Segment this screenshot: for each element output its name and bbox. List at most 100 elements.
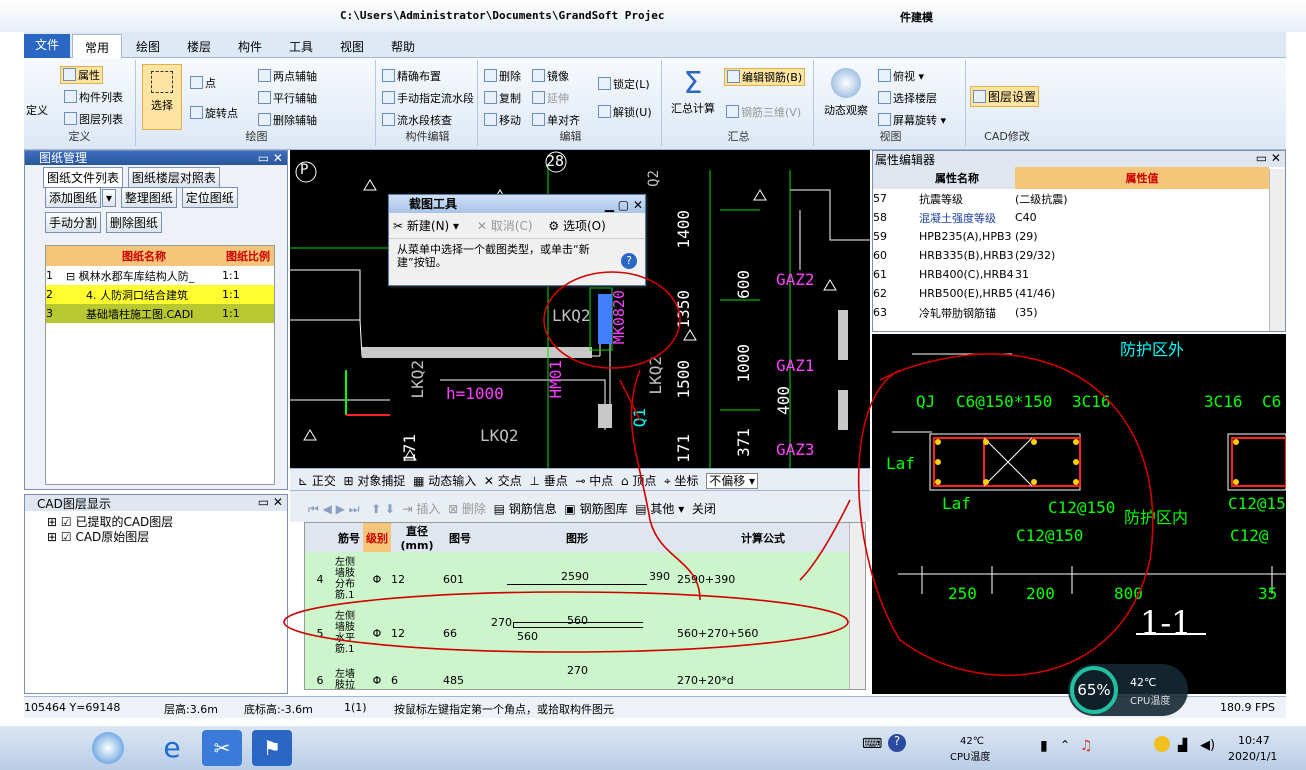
ortho-toggle[interactable]: ⊾ 正交	[298, 474, 336, 488]
tray-signal-icon[interactable]: ▟	[1178, 738, 1187, 752]
extracted-layers-item[interactable]: ⊞ ☑ 已提取的CAD图层	[47, 515, 287, 530]
property-row[interactable]: 57 抗震等级 (二级抗震)	[873, 189, 1269, 208]
perpendicular-snap[interactable]: ⊥ 垂点	[529, 474, 567, 488]
tray-battery-icon[interactable]: ▮	[1040, 738, 1048, 754]
nav-arrows[interactable]: ⏮ ◀ ▶ ⏭	[308, 502, 360, 516]
cad-layer-panel: CAD图层显示 ▭ ✕ ⊞ ☑ 已提取的CAD图层 ⊞ ☑ CAD原始图层	[24, 494, 288, 694]
property-row[interactable]: 61 HRB400(C),HRB4 31	[873, 265, 1269, 284]
ie-icon[interactable]: e	[156, 732, 188, 764]
tray-help-icon[interactable]: ?	[888, 734, 906, 752]
delete-axis-button[interactable]: 删除辅轴	[258, 112, 317, 128]
coordinate-toggle[interactable]: ⌖ 坐标	[664, 474, 699, 488]
tab-drawing-files[interactable]: 图纸文件列表	[43, 167, 124, 188]
property-row[interactable]: 59 HPB235(A),HPB3 (29)	[873, 227, 1269, 246]
new-snip-button[interactable]: ✂ 新建(N) ▾	[393, 219, 459, 233]
two-point-axis-button[interactable]: 两点辅轴	[258, 68, 317, 84]
window-controls[interactable]: ▁ ▢ ✕	[605, 196, 643, 214]
rotate-point-button[interactable]: 旋转点	[190, 105, 238, 121]
other-menu[interactable]: ▤ 其他 ▾	[635, 502, 684, 516]
sum-button[interactable]: Σ 汇总计算	[668, 68, 718, 116]
cancel-snip-button[interactable]: ✕ 取消(C)	[477, 219, 533, 233]
close-button[interactable]: 关闭	[692, 502, 716, 516]
tab-floor[interactable]: 楼层	[187, 38, 211, 55]
dynamic-input-toggle[interactable]: ▦ 动态输入	[413, 474, 476, 488]
table-scrollbar[interactable]	[849, 523, 865, 689]
top-view-button[interactable]: 俯视 ▾	[878, 68, 924, 84]
manual-split-button[interactable]: 手动分割	[45, 212, 102, 233]
move-button[interactable]: 移动	[484, 112, 521, 128]
tray-bell-icon[interactable]: ♫	[1080, 738, 1093, 754]
property-row[interactable]: 62 HRB500(E),HRB5 (41/46)	[873, 284, 1269, 303]
edit-rebar-button[interactable]: 编辑钢筋(B)	[724, 68, 806, 86]
select-button[interactable]: 选择	[142, 64, 182, 130]
options-button[interactable]: ⚙ 选项(O)	[548, 219, 605, 233]
rebar-info-button[interactable]: ▤ 钢筋信息	[494, 502, 557, 516]
tab-common[interactable]: 常用	[72, 34, 123, 60]
tab-floor-map[interactable]: 图纸楼层对照表	[127, 167, 220, 188]
vertex-snap[interactable]: ⌂ 顶点	[621, 474, 656, 488]
parallel-axis-button[interactable]: 平行辅轴	[258, 90, 317, 106]
tab-tools[interactable]: 工具	[289, 38, 313, 55]
delete-drawing-button[interactable]: 删除图纸	[105, 212, 162, 233]
point-button[interactable]: 点	[190, 75, 216, 91]
file-tab[interactable]: 文件	[24, 34, 70, 58]
copy-button[interactable]: 复制	[484, 90, 521, 106]
layer-settings-button[interactable]: 图层设置	[970, 86, 1040, 107]
tab-help[interactable]: 帮助	[391, 38, 415, 55]
tray-arrow-icon[interactable]: ⌃	[1060, 738, 1070, 752]
property-scrollbar[interactable]	[1269, 169, 1285, 331]
tab-view[interactable]: 视图	[340, 38, 364, 55]
tray-keyboard-icon[interactable]: ⌨	[862, 736, 882, 752]
align-button[interactable]: 单对齐	[532, 112, 580, 128]
tray-volume-icon[interactable]: ◀)	[1200, 738, 1215, 753]
offset-select[interactable]: 不偏移 ▾	[706, 473, 759, 489]
drawing-row[interactable]: 3 基础墙柱施工图.CADI 1:1	[46, 304, 274, 323]
add-drawing-dropdown[interactable]: ▾	[102, 189, 117, 207]
property-row[interactable]: 60 HRB335(B),HRB3 (29/32)	[873, 246, 1269, 265]
delete-row-button[interactable]: ⊠ 删除	[448, 502, 486, 516]
object-snap-toggle[interactable]: ⊞ 对象捕捉	[344, 474, 406, 488]
intersection-snap[interactable]: ✕ 交点	[484, 474, 522, 488]
lock-button[interactable]: 锁定(L)	[598, 76, 650, 92]
locate-drawing-button[interactable]: 定位图纸	[181, 187, 238, 208]
property-row[interactable]: 63 冷轧带肋钢筋锚 (35)	[873, 303, 1269, 322]
manual-flow-button[interactable]: 手动指定流水段	[382, 90, 474, 106]
col-grade: 级别	[363, 523, 391, 552]
add-drawing-button[interactable]: 添加图纸	[45, 187, 102, 208]
section-detail-canvas[interactable]: 防护区外 QJ C6@150*150 3C16 3C16 C6 Laf Laf …	[872, 334, 1286, 694]
select-floor-button[interactable]: 选择楼层	[878, 90, 937, 106]
grandsoft-icon[interactable]: ⚑	[252, 730, 292, 766]
drawing-row[interactable]: 2 4. 人防洞口结合建筑 1:1	[46, 285, 274, 304]
dynamic-view-button[interactable]: 动态观察	[818, 68, 874, 118]
start-orb-icon[interactable]	[92, 732, 124, 764]
table-row[interactable]: 6 左墙肢拉 Φ 6 485 270 270+20*d	[305, 660, 849, 689]
organize-drawing-button[interactable]: 整理图纸	[120, 187, 177, 208]
tab-component[interactable]: 构件	[238, 38, 262, 55]
flow-check-button[interactable]: 流水段核查	[382, 112, 452, 128]
layer-list-button[interactable]: 图层列表	[64, 111, 123, 127]
help-icon[interactable]: ?	[621, 253, 637, 269]
mirror-button[interactable]: 镜像	[532, 68, 569, 84]
precise-button[interactable]: 精确布置	[382, 68, 441, 84]
app-icon[interactable]: ✂	[202, 730, 242, 766]
move-arrows[interactable]: ⬆ ⬇	[371, 502, 395, 516]
attr-button[interactable]: 属性	[60, 66, 103, 84]
comp-list-button[interactable]: 构件列表	[64, 89, 123, 105]
midpoint-snap[interactable]: ⊸ 中点	[575, 474, 613, 488]
table-row[interactable]: 5 左侧墙肢水平筋.1 Φ 12 66 560 270 560 560+270+56…	[305, 606, 849, 660]
property-row[interactable]: 58 混凝土强度等级 C40	[873, 208, 1269, 227]
extend-button[interactable]: 延伸	[532, 90, 569, 106]
rebar-library-button[interactable]: ▣ 钢筋图库	[564, 502, 627, 516]
table-row[interactable]: 4 左侧墙肢分布筋.1 Φ 12 601 2590 390 2590+390	[305, 552, 849, 606]
cpu-widget[interactable]: 65% 42℃ CPU温度	[1068, 664, 1188, 716]
drawing-row[interactable]: 1 ⊟ 枫林水郡车库结构人防_ 1:1	[46, 266, 274, 285]
tab-draw[interactable]: 绘图	[136, 38, 160, 55]
original-layers-item[interactable]: ⊞ ☑ CAD原始图层	[47, 530, 287, 545]
define-button[interactable]: 定义	[26, 102, 48, 118]
delete-button[interactable]: 删除	[484, 68, 521, 84]
screen-rotate-button[interactable]: 屏幕旋转 ▾	[878, 112, 946, 128]
unlock-button[interactable]: 解锁(U)	[598, 104, 652, 120]
rebar-3d-button[interactable]: 钢筋三维(V)	[726, 104, 801, 120]
insert-row-button[interactable]: ⇥ 插入	[403, 502, 441, 516]
tray-app-icon[interactable]	[1154, 736, 1170, 752]
